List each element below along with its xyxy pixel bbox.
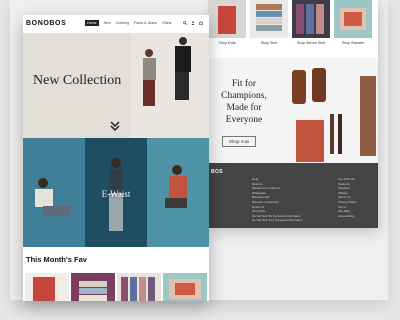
shop-link-shirt[interactable]: Shop Shirt: [250, 41, 288, 45]
product-thumb-woven-shirt[interactable]: [292, 0, 330, 38]
back-page-preview: Shop Knits Shop Shirt Shop Woven Shirt S…: [208, 0, 378, 228]
shop-link-woven-shirt[interactable]: Shop Woven Shirt: [292, 41, 330, 45]
favorites-title: This Month's Fav: [26, 255, 87, 264]
nav-icons: [183, 21, 203, 27]
nav-item-pants-jeans[interactable]: Pants & Jeans: [134, 21, 157, 25]
footer-logo: BOS: [211, 169, 224, 175]
hero-banner: New Collection: [23, 33, 209, 138]
top-navigation: BONOBOS Home New Clothing Pants & Jeans …: [23, 15, 209, 34]
search-icon[interactable]: [183, 21, 187, 25]
front-page-preview: BONOBOS Home New Clothing Pants & Jeans …: [23, 15, 209, 301]
favorite-product-4[interactable]: [163, 273, 207, 301]
footer-link[interactable]: Accessibility: [338, 214, 357, 219]
nav-item-new[interactable]: New: [104, 21, 111, 25]
product-thumb-shirt[interactable]: [250, 0, 288, 38]
site-footer: BOS Help Returns Showroom Locations Whol…: [208, 163, 378, 228]
footer-link[interactable]: Privacy Policy: [338, 200, 357, 205]
shop-link-knits[interactable]: Shop Knits: [208, 41, 246, 45]
brand-logo[interactable]: BONOBOS: [26, 20, 66, 27]
nav-item-home[interactable]: Home: [85, 20, 99, 26]
user-icon[interactable]: [191, 21, 195, 25]
favorite-product-1[interactable]: [25, 273, 69, 301]
feature-card-right[interactable]: [147, 138, 209, 247]
footer-link[interactable]: Get 15% Off: [338, 177, 357, 182]
feature-card-left[interactable]: [23, 138, 85, 247]
hero-models-image: [131, 33, 209, 138]
fit-section: Fit for Champions, Made for Everyone Sho…: [208, 58, 378, 163]
hero-title: New Collection: [33, 73, 122, 88]
shop-now-button[interactable]: Shop now: [222, 136, 256, 147]
footer-link[interactable]: Do Not Sell Your Personal Information: [252, 218, 303, 223]
nav-menu: Home New Clothing Pants & Jeans Shirts: [85, 20, 175, 26]
e-waist-label: E-Waist: [101, 189, 131, 199]
product-flatlay-image: [292, 68, 376, 162]
product-thumb-sweater[interactable]: [334, 0, 372, 38]
product-thumbnails: Shop Knits Shop Shirt Shop Woven Shirt S…: [208, 0, 378, 48]
footer-column-about: Get 15% Off Students Teachers Military A…: [338, 177, 357, 218]
scroll-down-chevron-icon[interactable]: [110, 121, 120, 131]
cart-icon[interactable]: [199, 21, 203, 25]
nav-item-shirts[interactable]: Shirts: [162, 21, 171, 25]
fit-title: Fit for Champions, Made for Everyone: [221, 79, 267, 125]
product-thumb-knits[interactable]: [208, 0, 246, 38]
footer-column-help: Help Returns Showroom Locations Wholesal…: [252, 177, 303, 223]
favorite-product-2[interactable]: [71, 273, 115, 301]
shop-link-sweater[interactable]: Shop Sweater: [334, 41, 372, 45]
favorite-product-3[interactable]: [117, 273, 161, 301]
feature-grid: E-Waist: [23, 138, 209, 247]
nav-item-clothing[interactable]: Clothing: [116, 21, 129, 25]
